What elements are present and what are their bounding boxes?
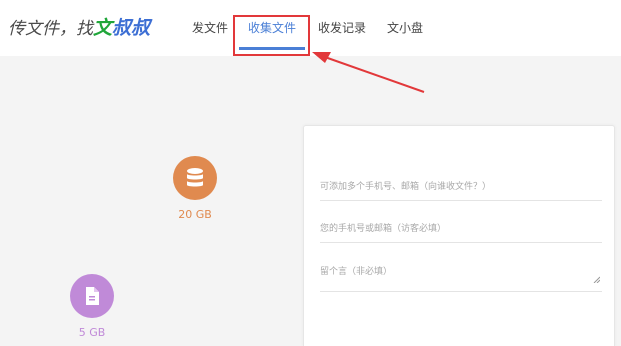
annotation-arrow-icon xyxy=(312,52,425,93)
